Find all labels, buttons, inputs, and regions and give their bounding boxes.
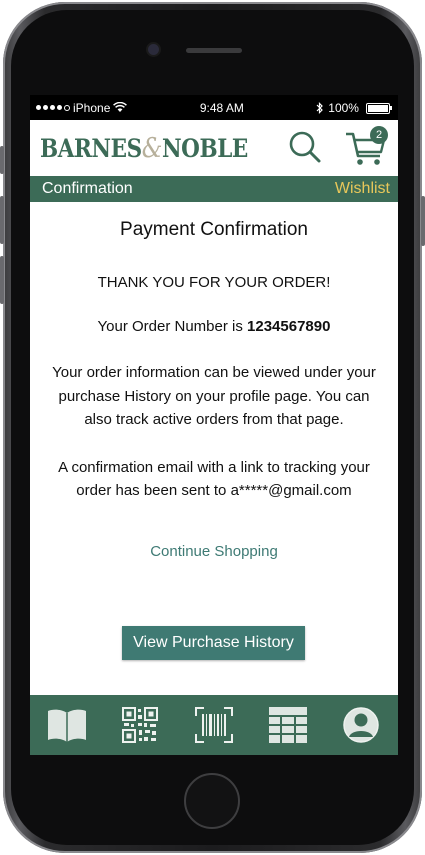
mute-switch [0, 146, 4, 174]
tab-qr-scan[interactable] [117, 702, 163, 748]
tab-browse[interactable] [265, 702, 311, 748]
tab-barcode-scan[interactable] [191, 702, 237, 748]
power-button [421, 196, 425, 246]
book-icon [47, 709, 86, 742]
payment-confirmation-heading: Payment Confirmation [120, 219, 308, 240]
status-left: iPhone [36, 100, 128, 115]
status-bar: iPhone 9:48 AM 100% [30, 95, 398, 120]
order-number-label: Your Order Number is [97, 318, 243, 335]
app-screen: iPhone 9:48 AM 100% BARNES&NOBLE 2 Confi… [30, 95, 398, 755]
bluetooth-icon [316, 101, 324, 114]
page-title: Confirmation [42, 180, 133, 197]
confirmation-content: Payment Confirmation THANK YOU FOR YOUR … [30, 219, 398, 561]
order-info-text: Your order information can be viewed und… [52, 364, 376, 428]
wishlist-link[interactable]: Wishlist [335, 180, 390, 198]
wifi-icon [113, 102, 128, 112]
signal-icon [36, 104, 70, 111]
status-time: 9:48 AM [199, 100, 244, 115]
bottom-tab-bar [30, 695, 398, 755]
battery-icon [363, 101, 392, 115]
front-camera [148, 44, 159, 55]
volume-down-button [0, 256, 4, 304]
carrier-label: iPhone [73, 100, 111, 115]
battery-percent: 100% [328, 100, 359, 115]
home-button[interactable] [184, 773, 240, 829]
qr-code-icon [122, 707, 159, 743]
order-number-value: 1234567890 [247, 318, 331, 335]
sub-navigation-bar: Confirmation Wishlist [30, 176, 398, 202]
grid-icon [268, 707, 307, 743]
barnes-noble-logo[interactable]: BARNES&NOBLE [40, 133, 248, 164]
continue-shopping-link[interactable]: Continue Shopping [150, 543, 278, 560]
volume-up-button [0, 196, 4, 244]
barcode-icon [194, 707, 233, 743]
tab-profile[interactable] [338, 702, 384, 748]
cart-count-badge: 2 [370, 126, 388, 144]
tab-books[interactable] [44, 702, 90, 748]
earpiece-speaker [186, 48, 242, 53]
search-icon[interactable] [288, 130, 322, 164]
status-right: 100% [316, 101, 392, 115]
order-number-line: Your Order Number is 1234567890 [30, 318, 398, 335]
email-confirmation-text: A confirmation email with a link to trac… [58, 458, 370, 500]
profile-icon [343, 707, 379, 743]
thank-you-message: THANK YOU FOR YOUR ORDER! [97, 274, 331, 291]
view-purchase-history-button[interactable]: View Purchase History [122, 626, 305, 660]
app-header: BARNES&NOBLE 2 [30, 120, 398, 176]
